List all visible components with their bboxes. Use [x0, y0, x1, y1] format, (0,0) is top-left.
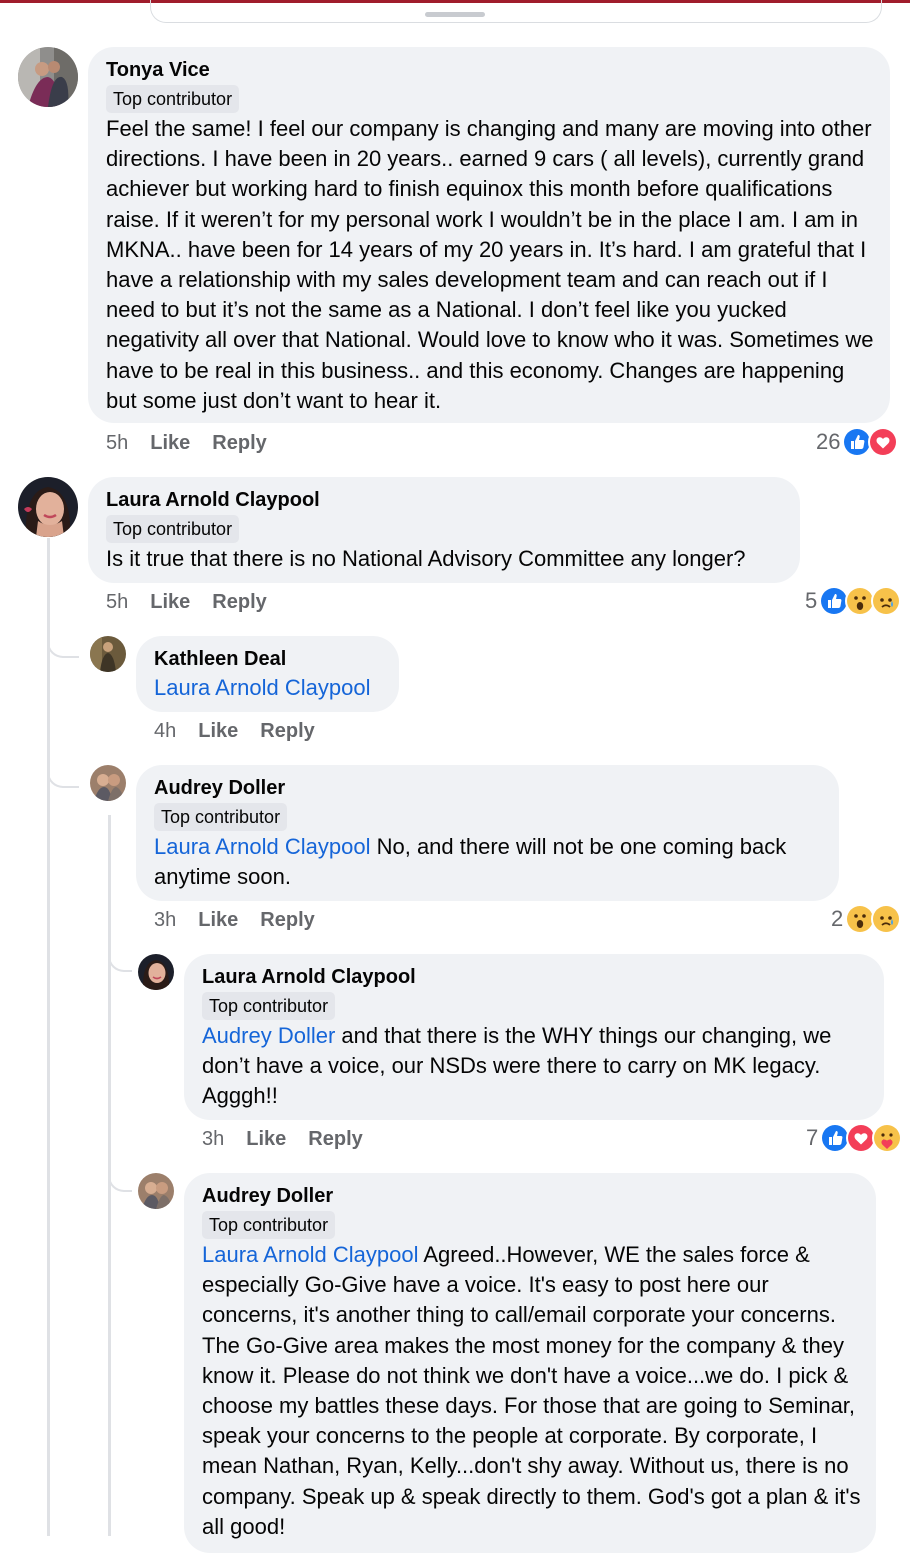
thread-elbow [47, 750, 79, 788]
sheet-edge [150, 0, 882, 23]
like-button[interactable]: Like [150, 591, 190, 614]
avatar[interactable] [90, 636, 126, 672]
comment-body: Agreed..However, WE the sales force & es… [202, 1242, 861, 1539]
avatar[interactable] [18, 47, 78, 107]
mention-link[interactable]: Laura Arnold Claypool [202, 1242, 418, 1267]
mention-link[interactable]: Audrey Doller [202, 1023, 335, 1048]
care-icon [872, 1123, 903, 1153]
reaction-summary[interactable]: 7 [806, 1123, 903, 1153]
reaction-count: 7 [806, 1125, 819, 1150]
reply-button[interactable]: Reply [308, 1128, 362, 1151]
reply-button[interactable]: Reply [260, 720, 314, 743]
reaction-count: 5 [805, 588, 818, 613]
comment-actions: 5h Like Reply [106, 591, 267, 614]
comment-text: Audrey Doller and that there is the WHY … [202, 1021, 872, 1112]
drag-handle[interactable] [425, 12, 485, 17]
avatar-photo [138, 1173, 174, 1209]
top-contributor-badge: Top contributor [154, 803, 288, 831]
like-button[interactable]: Like [150, 432, 190, 455]
avatar-photo [18, 47, 78, 107]
mention-link[interactable]: Laura Arnold Claypool [154, 675, 370, 700]
sad-icon [871, 586, 902, 616]
like-button[interactable]: Like [198, 909, 238, 932]
comment-author[interactable]: Kathleen Deal [154, 648, 286, 671]
reply-button[interactable]: Reply [260, 909, 314, 932]
comment-actions: 5h Like Reply [106, 432, 267, 455]
thread-elbow [108, 1160, 132, 1192]
top-contributor-badge: Top contributor [202, 992, 336, 1020]
reply-button[interactable]: Reply [212, 591, 266, 614]
reaction-count: 2 [831, 906, 844, 931]
top-contributor-badge: Top contributor [106, 85, 240, 113]
avatar[interactable] [90, 765, 126, 801]
reaction-summary[interactable]: 2 [831, 904, 902, 934]
reply-button[interactable]: Reply [212, 432, 266, 455]
thread-elbow [47, 620, 79, 658]
comment-actions: 4h Like Reply [154, 720, 315, 743]
avatar[interactable] [138, 954, 174, 990]
comment-author[interactable]: Laura Arnold Claypool [202, 966, 416, 989]
comment-text: Laura Arnold Claypool Agreed..However, W… [202, 1240, 866, 1542]
avatar[interactable] [18, 477, 78, 537]
comment-text: Feel the same! I feel our company is cha… [106, 116, 874, 413]
comment-author[interactable]: Audrey Doller [154, 777, 285, 800]
reaction-count: 26 [816, 429, 841, 454]
avatar-photo [90, 636, 126, 672]
like-button[interactable]: Like [198, 720, 238, 743]
sad-icon [871, 904, 902, 934]
avatar-photo [90, 765, 126, 801]
comment-time[interactable]: 5h [106, 591, 128, 614]
reaction-summary[interactable]: 5 [805, 586, 902, 616]
comment-author[interactable]: Audrey Doller [202, 1185, 333, 1208]
thread-elbow [108, 940, 132, 972]
comment-text: Laura Arnold Claypool No, and there will… [154, 832, 829, 892]
comment-text: Laura Arnold Claypool [154, 673, 394, 703]
comment-time[interactable]: 3h [202, 1128, 224, 1151]
comment-actions: 3h Like Reply [202, 1128, 363, 1151]
comment-time[interactable]: 4h [154, 720, 176, 743]
thread-line [47, 538, 50, 1536]
avatar-photo [18, 477, 78, 537]
like-button[interactable]: Like [246, 1128, 286, 1151]
comment-text: Is it true that there is no National Adv… [106, 546, 746, 571]
top-contributor-badge: Top contributor [202, 1211, 336, 1239]
comment-author[interactable]: Laura Arnold Claypool [106, 489, 320, 512]
top-contributor-badge: Top contributor [106, 515, 240, 543]
comment-author[interactable]: Tonya Vice [106, 59, 210, 82]
comment-actions: 3h Like Reply [154, 909, 315, 932]
avatar-photo [138, 954, 174, 990]
mention-link[interactable]: Laura Arnold Claypool [154, 834, 370, 859]
avatar[interactable] [138, 1173, 174, 1209]
comment-time[interactable]: 5h [106, 432, 128, 455]
comment-time[interactable]: 3h [154, 909, 176, 932]
reaction-summary[interactable]: 26 [816, 427, 899, 457]
love-icon [868, 427, 899, 457]
